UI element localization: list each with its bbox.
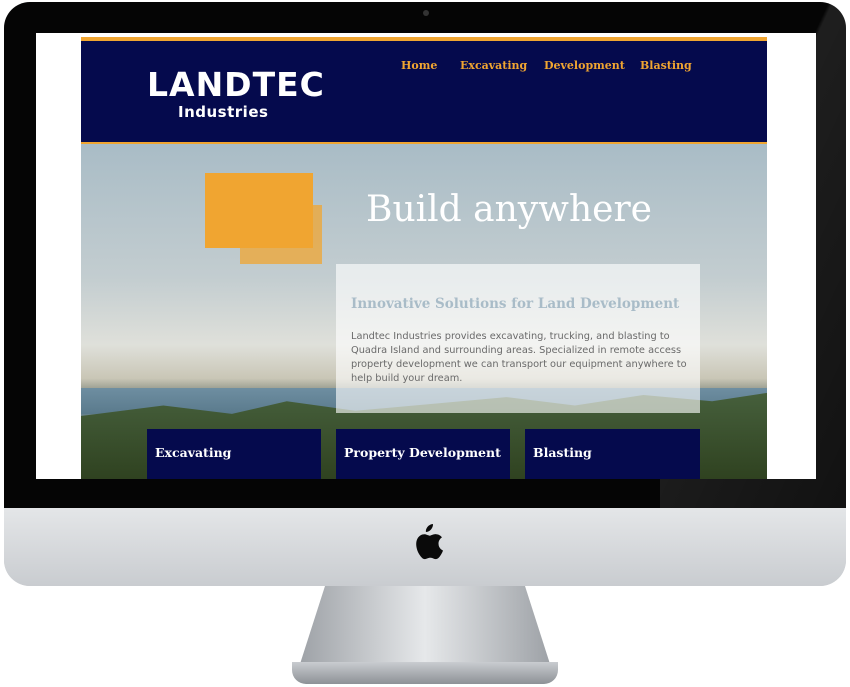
nav-home[interactable]: Home [401, 59, 437, 72]
tile-excavating[interactable]: Excavating [147, 429, 321, 479]
tile-label: Excavating [155, 445, 232, 460]
apple-logo-icon [416, 524, 443, 560]
site-header: LANDTEC Industries Home Excavating Devel… [81, 41, 767, 144]
tile-blasting[interactable]: Blasting [525, 429, 700, 479]
nav-development[interactable]: Development [544, 59, 625, 72]
camera-icon [423, 10, 429, 16]
tile-label: Property Development [344, 445, 501, 460]
tile-property-development[interactable]: Property Development [336, 429, 510, 479]
info-text: Landtec Industries provides excavating, … [351, 331, 687, 384]
website: LANDTEC Industries Home Excavating Devel… [81, 37, 767, 479]
hero-title: Build anywhere [366, 189, 652, 230]
monitor-foot [292, 662, 558, 684]
nav-blasting[interactable]: Blasting [640, 59, 692, 72]
nav-excavating[interactable]: Excavating [460, 59, 527, 72]
logo-subname[interactable]: Industries [178, 103, 268, 121]
info-title: Innovative Solutions for Land Developmen… [351, 296, 680, 312]
tile-label: Blasting [533, 445, 592, 460]
logo-name[interactable]: LANDTEC [147, 67, 325, 103]
decor-square-front [205, 173, 313, 248]
screen: LANDTEC Industries Home Excavating Devel… [36, 33, 816, 479]
monitor-stand [300, 586, 550, 664]
info-box: Innovative Solutions for Land Developmen… [336, 264, 700, 413]
